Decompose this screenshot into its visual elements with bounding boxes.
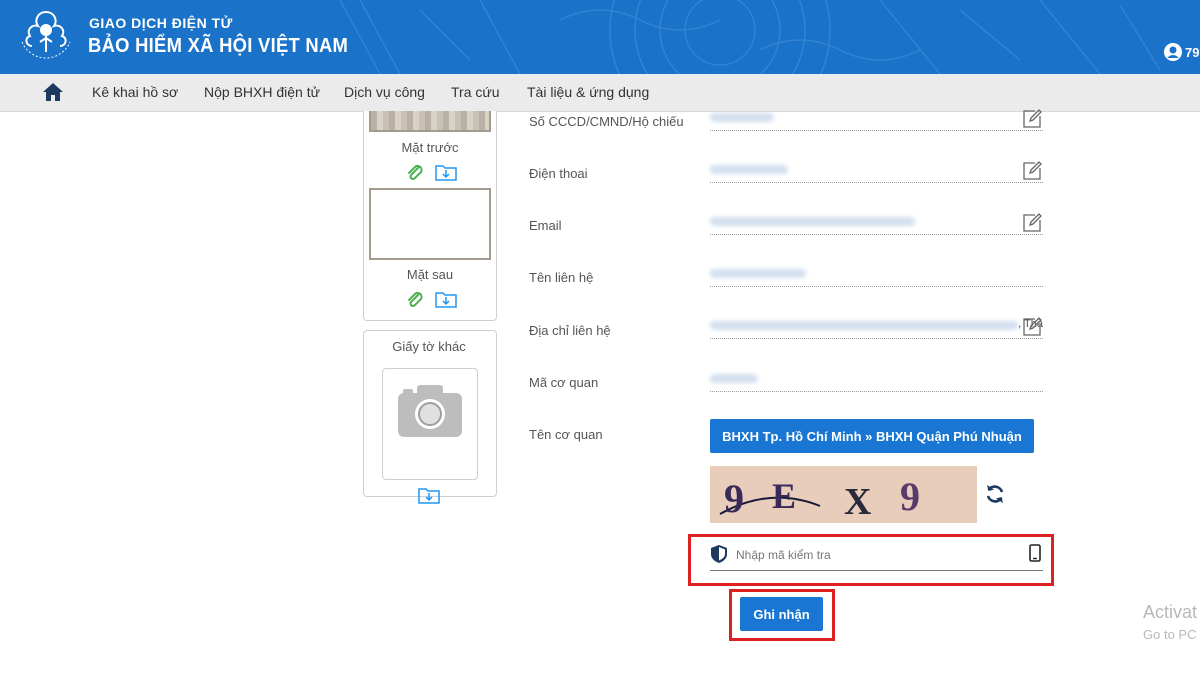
nav-dich-vu-cong[interactable]: Dịch vụ công <box>344 84 425 100</box>
contact-name-field[interactable] <box>710 266 1043 287</box>
other-documents-caption: Giấy tờ khác <box>392 339 466 354</box>
back-actions <box>405 289 457 309</box>
nav-nop-bhxh-dien-tu[interactable]: Nộp BHXH điện tử <box>204 84 320 100</box>
captcha-char: X <box>844 481 871 523</box>
captcha-char: E <box>772 476 796 516</box>
agency-code-field[interactable] <box>710 371 1043 392</box>
captcha-graphic: 9 E X 9 <box>719 474 920 523</box>
mobile-icon[interactable] <box>1029 544 1041 562</box>
contact-address-field[interactable]: , Thà <box>710 316 1043 339</box>
back-caption: Mặt sau <box>406 267 454 282</box>
folder-download-icon[interactable] <box>418 485 440 505</box>
activation-watermark-subtitle: Go to PC <box>1143 627 1197 642</box>
captcha-char: 9 <box>724 476 744 521</box>
user-icon <box>1164 43 1182 61</box>
edit-icon[interactable] <box>1021 212 1043 234</box>
user-id: 79 <box>1185 44 1200 60</box>
site-header: GIAO DỊCH ĐIỆN TỬ BẢO HIỂM XÃ HỘI VIỆT N… <box>0 0 1200 74</box>
shield-icon <box>711 545 727 563</box>
masked-value <box>710 269 806 278</box>
masked-value <box>710 217 915 226</box>
email-label: Email <box>529 218 562 233</box>
camera-icon <box>398 385 462 437</box>
agency-code-label: Mã cơ quan <box>529 375 599 390</box>
masked-value <box>710 113 774 122</box>
main-navbar: Kê khai hồ sơ Nộp BHXH điện tử Dịch vụ c… <box>0 74 1200 112</box>
email-field[interactable] <box>710 212 1043 235</box>
contact-address-label: Địa chỉ liên hệ <box>529 323 611 338</box>
phone-field[interactable] <box>710 160 1043 183</box>
id-back-image[interactable] <box>369 188 491 260</box>
brand-subtitle: GIAO DỊCH ĐIỆN TỬ <box>89 15 233 31</box>
id-number-field[interactable] <box>710 108 1043 131</box>
captcha-char: 9 <box>900 474 920 519</box>
camera-upload-box[interactable] <box>382 368 478 480</box>
id-number-label: Số CCCD/CMND/Hộ chiếu <box>529 114 684 129</box>
phone-label: Điện thoai <box>529 166 588 181</box>
user-menu[interactable]: 79 <box>1163 42 1199 62</box>
captcha-input[interactable] <box>734 547 1018 563</box>
masked-value <box>710 321 1018 330</box>
brand-title: BẢO HIỂM XÃ HỘI VIỆT NAM <box>88 35 349 57</box>
edit-icon[interactable] <box>1021 160 1043 182</box>
contact-name-label: Tên liên hệ <box>529 270 594 285</box>
refresh-captcha-icon[interactable] <box>984 483 1006 505</box>
paperclip-icon[interactable] <box>405 289 425 309</box>
submit-button[interactable]: Ghi nhận <box>740 597 823 631</box>
edit-icon[interactable] <box>1021 316 1043 338</box>
agency-name-label: Tên cơ quan <box>529 427 603 442</box>
nav-tra-cuu[interactable]: Tra cứu <box>451 84 500 100</box>
folder-download-icon[interactable] <box>435 162 457 182</box>
id-front-image[interactable] <box>369 111 491 132</box>
activation-watermark-title: Activat <box>1143 602 1198 622</box>
nav-ke-khai-ho-so[interactable]: Kê khai hồ sơ <box>92 84 178 100</box>
nav-tai-lieu-ung-dung[interactable]: Tài liệu & ứng dụng <box>527 84 649 100</box>
front-actions <box>405 162 457 182</box>
home-icon[interactable] <box>42 82 64 102</box>
masked-value <box>710 165 788 174</box>
folder-download-icon[interactable] <box>435 289 457 309</box>
captcha-image: 9 E X 9 <box>710 466 977 523</box>
front-caption: Mặt trước <box>401 140 459 155</box>
edit-icon[interactable] <box>1021 108 1043 130</box>
paperclip-icon[interactable] <box>405 162 425 182</box>
masked-value <box>710 374 758 383</box>
bhxh-logo[interactable] <box>14 6 78 68</box>
agency-select-button[interactable]: BHXH Tp. Hồ Chí Minh » BHXH Quận Phú Nhu… <box>710 419 1034 453</box>
captcha-input-wrapper <box>710 543 1043 571</box>
